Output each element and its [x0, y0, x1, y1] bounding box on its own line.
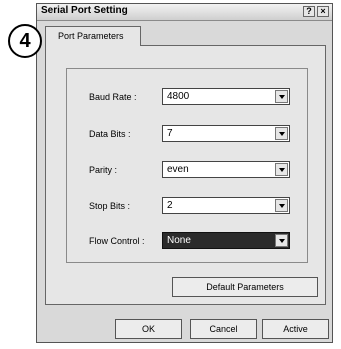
- data-bits-label: Data Bits :: [89, 129, 131, 139]
- serial-port-setting-dialog: Serial Port Setting ? × Port Parameters …: [36, 3, 333, 343]
- stop-bits-value: 2: [167, 200, 173, 211]
- baud-rate-value: 4800: [167, 91, 190, 102]
- default-parameters-button[interactable]: Default Parameters: [172, 277, 318, 297]
- data-bits-value: 7: [167, 128, 173, 139]
- flow-control-label: Flow Control :: [89, 236, 145, 246]
- chevron-down-icon[interactable]: [275, 90, 288, 103]
- parity-label: Parity :: [89, 165, 118, 175]
- step-callout-badge: 4: [8, 24, 42, 58]
- active-button[interactable]: Active: [262, 319, 329, 339]
- baud-rate-label: Baud Rate :: [89, 92, 137, 102]
- title-bar: Serial Port Setting ? ×: [37, 4, 332, 21]
- chevron-down-icon[interactable]: [275, 199, 288, 212]
- chevron-down-icon[interactable]: [275, 127, 288, 140]
- port-parameters-panel: Baud Rate : 4800 Data Bits : 7 Parity : …: [45, 45, 326, 305]
- help-icon[interactable]: ?: [303, 6, 315, 17]
- ok-button[interactable]: OK: [115, 319, 182, 339]
- window-title: Serial Port Setting: [41, 5, 128, 16]
- tab-label: Port Parameters: [58, 31, 124, 41]
- tab-port-parameters[interactable]: Port Parameters: [45, 26, 141, 46]
- parity-select[interactable]: even: [162, 161, 290, 178]
- baud-rate-select[interactable]: 4800: [162, 88, 290, 105]
- flow-control-select[interactable]: None: [162, 232, 290, 249]
- chevron-down-icon[interactable]: [275, 234, 288, 247]
- cancel-button[interactable]: Cancel: [190, 319, 257, 339]
- close-icon[interactable]: ×: [317, 6, 329, 17]
- stop-bits-select[interactable]: 2: [162, 197, 290, 214]
- stop-bits-label: Stop Bits :: [89, 201, 131, 211]
- flow-control-value: None: [167, 235, 191, 246]
- parameters-group: Baud Rate : 4800 Data Bits : 7 Parity : …: [66, 68, 308, 263]
- data-bits-select[interactable]: 7: [162, 125, 290, 142]
- chevron-down-icon[interactable]: [275, 163, 288, 176]
- parity-value: even: [167, 164, 189, 175]
